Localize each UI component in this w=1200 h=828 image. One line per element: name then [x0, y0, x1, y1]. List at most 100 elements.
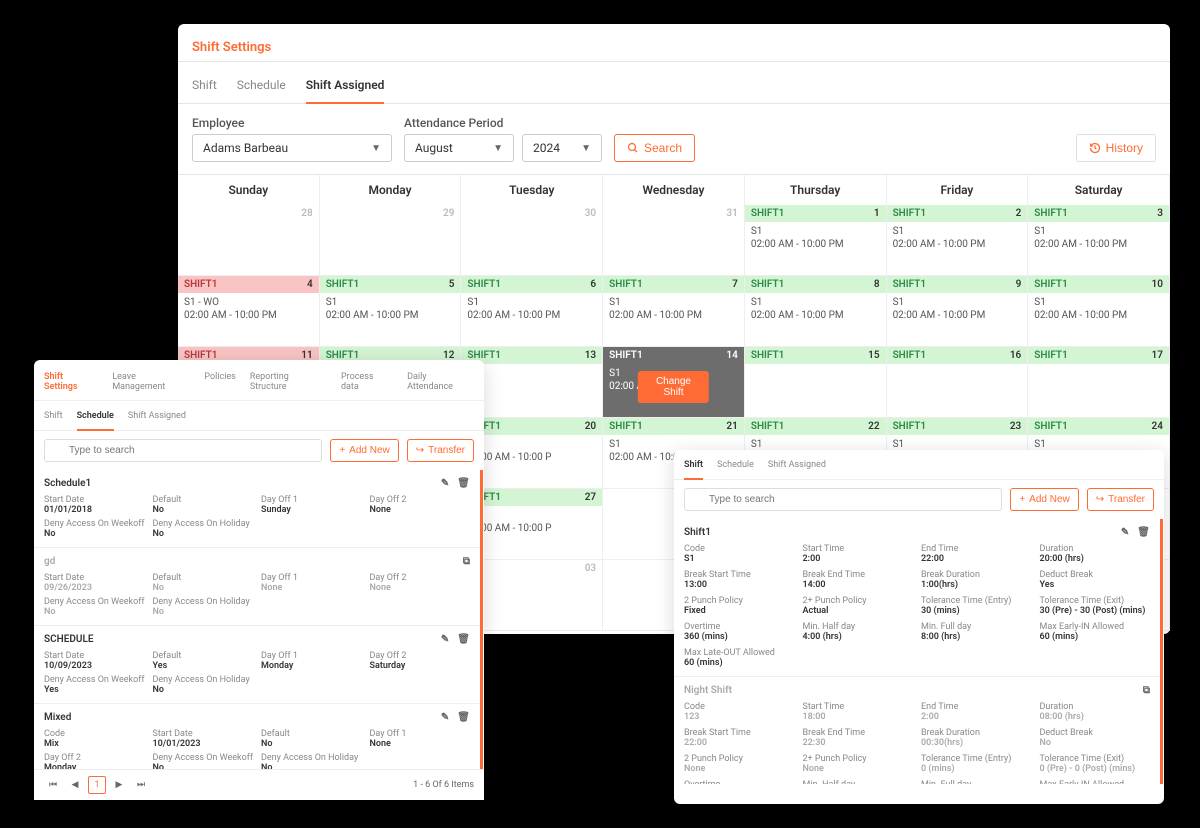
calendar-cell[interactable]: SHIFT116: [887, 347, 1029, 418]
schedule-panel: Shift Settings Leave Management Policies…: [34, 360, 484, 800]
toptab-reporting[interactable]: Reporting Structure: [250, 368, 327, 400]
employee-select[interactable]: Adams Barbeau ▼: [192, 134, 392, 162]
transfer-icon: ↪: [1096, 494, 1104, 505]
year-value: 2024: [533, 141, 560, 155]
shiftd-subtab-shift[interactable]: Shift: [684, 456, 703, 480]
list-item[interactable]: SCHEDULE✎🗑Start Date10/09/2023DefaultYes…: [34, 626, 480, 704]
employee-value: Adams Barbeau: [203, 141, 288, 155]
search-icon: [627, 142, 639, 154]
transfer-label: Transfer: [428, 445, 465, 456]
filter-row: Employee Adams Barbeau ▼ Attendance Peri…: [178, 104, 1170, 174]
toptab-process[interactable]: Process data: [341, 368, 393, 400]
calendar-cell[interactable]: SHIFT110S102:00 AM - 10:00 PM: [1028, 276, 1170, 347]
change-shift-button[interactable]: Change Shift: [638, 371, 708, 403]
history-icon: [1089, 142, 1101, 154]
search-button[interactable]: Search: [614, 134, 695, 162]
calendar-cell[interactable]: SHIFT114S102:00 AChange Shift: [603, 347, 745, 418]
copy-icon[interactable]: ⧉: [463, 556, 470, 567]
toptab-attendance[interactable]: Daily Attendance: [407, 368, 474, 400]
pager: ⏮ ◀ 1 ▶ ⏭ 1 - 6 Of 6 Items: [34, 769, 484, 800]
calendar-cell[interactable]: SHIFT15S102:00 AM - 10:00 PM: [320, 276, 462, 347]
transfer-icon: ↪: [416, 445, 424, 456]
list-item[interactable]: Shift1✎🗑CodeS1Start Time2:00End Time22:0…: [674, 519, 1160, 677]
shift-transfer-button[interactable]: ↪ Transfer: [1087, 488, 1154, 511]
toptab-policies[interactable]: Policies: [204, 368, 235, 400]
shiftd-subtab-assigned[interactable]: Shift Assigned: [768, 456, 826, 479]
edit-icon[interactable]: ✎: [441, 712, 449, 723]
subtabs: Shift Schedule Shift Assigned: [178, 62, 1170, 104]
edit-icon[interactable]: ✎: [441, 634, 449, 645]
pager-prev[interactable]: ◀: [66, 776, 84, 794]
weekday-wed: Wednesday: [603, 175, 745, 205]
weekday-sat: Saturday: [1028, 175, 1170, 205]
chevron-down-icon: ▼: [493, 143, 503, 154]
pager-page-1[interactable]: 1: [88, 776, 106, 794]
calendar-cell[interactable]: SHIFT16S102:00 AM - 10:00 PM: [461, 276, 603, 347]
calendar-cell[interactable]: SHIFT117: [1028, 347, 1170, 418]
chevron-down-icon: ▼: [581, 143, 591, 154]
sched-subtab-shift[interactable]: Shift: [44, 407, 63, 430]
shift-add-new-button[interactable]: + Add New: [1010, 488, 1078, 511]
sched-subtab-schedule[interactable]: Schedule: [77, 407, 114, 431]
shift-search-input[interactable]: [684, 488, 1002, 511]
list-item[interactable]: Schedule1✎🗑Start Date01/01/2018DefaultNo…: [34, 470, 480, 548]
weekday-sun: Sunday: [178, 175, 320, 205]
delete-icon[interactable]: 🗑: [457, 478, 470, 489]
toptab-leave[interactable]: Leave Management: [112, 368, 190, 400]
subtab-shift-assigned[interactable]: Shift Assigned: [306, 72, 385, 104]
pager-next[interactable]: ▶: [110, 776, 128, 794]
delete-icon[interactable]: 🗑: [457, 712, 470, 723]
shift-details-panel: Shift Schedule Shift Assigned 🔍 +Add New…: [674, 450, 1164, 804]
year-select[interactable]: 2024 ▼: [522, 134, 602, 162]
copy-icon[interactable]: ⧉: [1143, 685, 1150, 696]
calendar-cell[interactable]: SHIFT13S102:00 AM - 10:00 PM: [1028, 205, 1170, 276]
shiftd-subtab-schedule[interactable]: Schedule: [717, 456, 754, 479]
weekday-mon: Monday: [320, 175, 462, 205]
calendar-cell[interactable]: SHIFT14S1 - WO02:00 AM - 10:00 PM: [178, 276, 320, 347]
tab-shift-settings[interactable]: Shift Settings: [192, 34, 271, 61]
edit-icon[interactable]: ✎: [1121, 527, 1129, 538]
edit-icon[interactable]: ✎: [441, 478, 449, 489]
calendar-cell[interactable]: SHIFT11S102:00 AM - 10:00 PM: [745, 205, 887, 276]
calendar-cell[interactable]: SHIFT115: [745, 347, 887, 418]
calendar-cell[interactable]: SHIFT18S102:00 AM - 10:00 PM: [745, 276, 887, 347]
pager-summary: 1 - 6 Of 6 Items: [413, 780, 474, 790]
calendar-cell[interactable]: 28: [178, 205, 320, 276]
calendar-cell[interactable]: 30: [461, 205, 603, 276]
search-label: Search: [644, 141, 682, 155]
transfer-button[interactable]: ↪ Transfer: [407, 439, 474, 462]
shift-list: Shift1✎🗑CodeS1Start Time2:00End Time22:0…: [674, 519, 1163, 784]
delete-icon[interactable]: 🗑: [1137, 527, 1150, 538]
subtab-schedule[interactable]: Schedule: [237, 72, 286, 103]
transfer-label: Transfer: [1108, 494, 1145, 505]
calendar-cell[interactable]: SHIFT17S102:00 AM - 10:00 PM: [603, 276, 745, 347]
calendar-cell[interactable]: SHIFT12S102:00 AM - 10:00 PM: [887, 205, 1029, 276]
plus-icon: +: [1019, 494, 1025, 505]
month-value: August: [415, 141, 453, 155]
schedule-search-input[interactable]: [44, 439, 322, 462]
month-select[interactable]: August ▼: [404, 134, 514, 162]
employee-label: Employee: [192, 116, 392, 130]
schedule-list: Schedule1✎🗑Start Date01/01/2018DefaultNo…: [34, 470, 483, 790]
history-button[interactable]: History: [1076, 134, 1156, 162]
pager-last[interactable]: ⏭: [132, 776, 150, 794]
list-item[interactable]: Night Shift⧉Code123Start Time18:00End Ti…: [674, 677, 1160, 784]
pager-first[interactable]: ⏮: [44, 776, 62, 794]
history-label: History: [1106, 141, 1143, 155]
subtab-shift[interactable]: Shift: [192, 72, 217, 103]
delete-icon[interactable]: 🗑: [457, 634, 470, 645]
weekday-fri: Friday: [887, 175, 1029, 205]
add-new-button[interactable]: +Add New: [330, 439, 398, 462]
calendar-cell[interactable]: SHIFT19S102:00 AM - 10:00 PM: [887, 276, 1029, 347]
toptab-shift-settings[interactable]: Shift Settings: [44, 368, 98, 400]
list-item[interactable]: gd⧉Start Date09/26/2023DefaultNoDay Off …: [34, 548, 480, 626]
weekday-tue: Tuesday: [461, 175, 603, 205]
plus-icon: +: [339, 445, 345, 456]
add-new-label: Add New: [1029, 494, 1070, 505]
calendar-header: Sunday Monday Tuesday Wednesday Thursday…: [178, 175, 1170, 205]
sched-subtab-assigned[interactable]: Shift Assigned: [128, 407, 186, 430]
calendar-cell[interactable]: 29: [320, 205, 462, 276]
period-label: Attendance Period: [404, 116, 602, 130]
calendar-cell[interactable]: 31: [603, 205, 745, 276]
weekday-thu: Thursday: [745, 175, 887, 205]
